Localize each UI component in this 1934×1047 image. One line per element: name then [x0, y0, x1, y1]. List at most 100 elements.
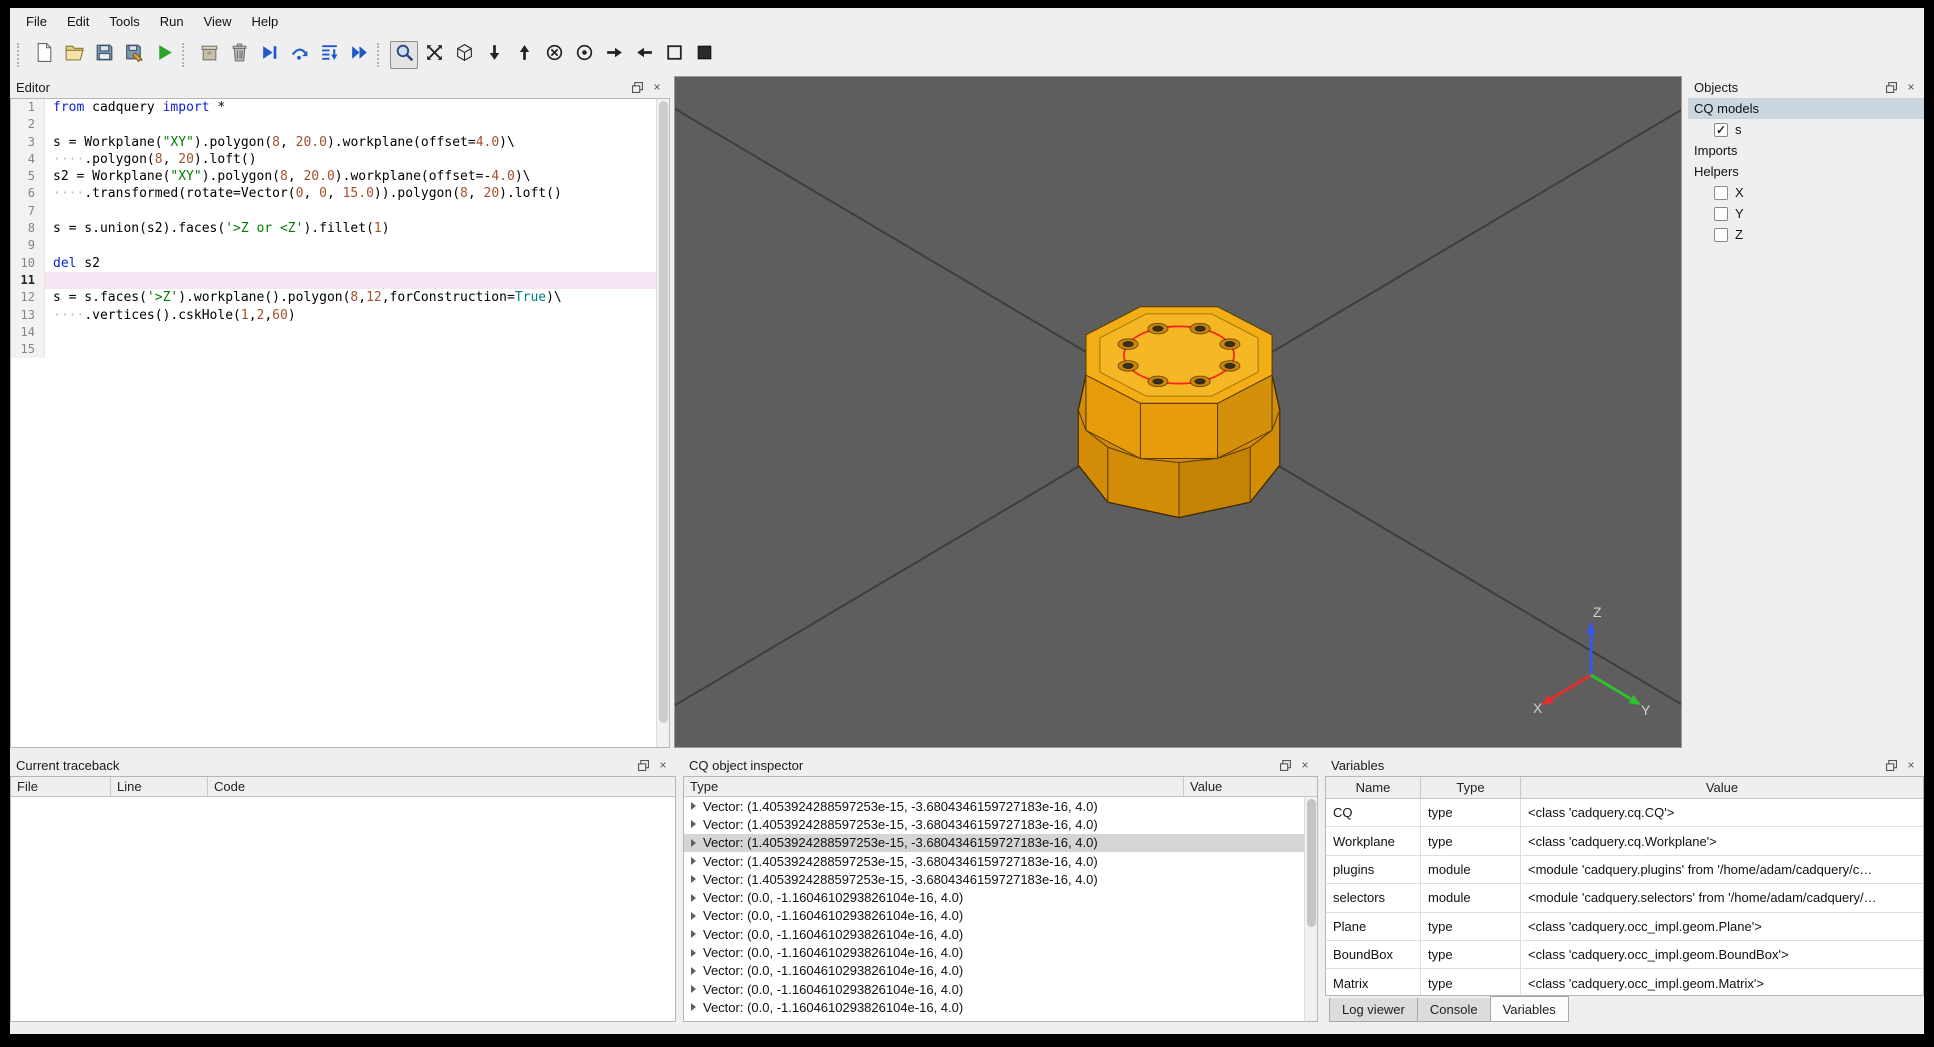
column-header-file[interactable]: File	[11, 777, 111, 796]
close-panel-icon[interactable]: ×	[1298, 758, 1312, 772]
menu-help[interactable]: Help	[242, 11, 289, 32]
debug-button[interactable]	[195, 41, 223, 69]
variable-row[interactable]: Matrix type <class 'cadquery.occ_impl.geom…	[1326, 969, 1923, 995]
checkbox-unchecked[interactable]	[1714, 227, 1728, 242]
menu-tools[interactable]: Tools	[99, 11, 149, 32]
step-over-button[interactable]	[285, 41, 313, 69]
variable-row[interactable]: plugins module <module 'cadquery.plugins' …	[1326, 855, 1923, 885]
tree-item-y[interactable]: Y	[1688, 203, 1924, 224]
inspector-row[interactable]: Vector: (1.4053924288597253e-15, -3.6804…	[684, 815, 1304, 833]
editor-scrollbar[interactable]	[656, 99, 669, 747]
code-line-4[interactable]: 4 ····.polygon(8, 20).loft()	[11, 150, 669, 169]
float-panel-icon[interactable]	[1278, 758, 1292, 772]
expand-arrow-icon[interactable]	[691, 838, 696, 847]
close-panel-icon[interactable]: ×	[650, 80, 664, 94]
tab-variables[interactable]: Variables	[1489, 996, 1569, 1022]
code-line-11[interactable]: 11	[11, 271, 669, 290]
shaded-button[interactable]	[690, 41, 718, 69]
new-file-button[interactable]	[30, 41, 58, 69]
inspector-row[interactable]: Vector: (0.0, -1.1604610293826104e-16, 4…	[684, 980, 1304, 998]
inspector-row[interactable]: Vector: (1.4053924288597253e-15, -3.6804…	[684, 852, 1304, 870]
column-header-type[interactable]: Type	[1421, 777, 1521, 798]
expand-arrow-icon[interactable]	[691, 857, 696, 866]
code-line-8[interactable]: 8 s = s.union(s2).faces('>Z or <Z').fille…	[11, 220, 669, 238]
menu-file[interactable]: File	[16, 11, 57, 32]
wireframe-button[interactable]	[660, 41, 688, 69]
variable-row[interactable]: Workplane type <class 'cadquery.cq.Workpla…	[1326, 827, 1923, 856]
expand-arrow-icon[interactable]	[691, 802, 696, 811]
delete-button[interactable]	[225, 41, 253, 69]
tree-item-helpers[interactable]: Helpers	[1688, 161, 1924, 182]
variable-row[interactable]: CQ type <class 'cadquery.cq.CQ'>	[1326, 799, 1923, 828]
fit-view-button[interactable]	[420, 41, 448, 69]
variable-row[interactable]: selectors module <module 'cadquery.selecto…	[1326, 884, 1923, 913]
column-header-code[interactable]: Code	[208, 777, 675, 796]
menu-view[interactable]: View	[194, 11, 242, 32]
inspector-row[interactable]: Vector: (1.4053924288597253e-15, -3.6804…	[684, 833, 1304, 852]
column-header-name[interactable]: Name	[1326, 777, 1421, 798]
render-button[interactable]	[150, 41, 178, 69]
code-line-10[interactable]: 10 del s2	[11, 254, 669, 272]
code-line-9[interactable]: 9	[11, 237, 669, 255]
float-panel-icon[interactable]	[636, 758, 650, 772]
menu-edit[interactable]: Edit	[57, 11, 99, 32]
step-button[interactable]	[255, 41, 283, 69]
column-header-type[interactable]: Type	[684, 777, 1184, 796]
checkbox-checked[interactable]: ✓	[1714, 122, 1728, 137]
expand-arrow-icon[interactable]	[691, 893, 696, 902]
tree-item-imports[interactable]: Imports	[1688, 140, 1924, 161]
expand-arrow-icon[interactable]	[691, 966, 696, 975]
code-line-12[interactable]: 12 s = s.faces('>Z').workplane().polygon(…	[11, 289, 669, 307]
tree-item-cq-models[interactable]: CQ models	[1688, 98, 1924, 119]
code-line-6[interactable]: 6 ····.transformed(rotate=Vector(0, 0, 15…	[11, 185, 669, 203]
checkbox-unchecked[interactable]	[1714, 206, 1728, 221]
left-view-button[interactable]	[600, 41, 628, 69]
save-button[interactable]	[90, 41, 118, 69]
close-panel-icon[interactable]: ×	[1904, 80, 1918, 94]
iso-view-button[interactable]	[450, 41, 478, 69]
inspector-scrollbar[interactable]	[1304, 797, 1317, 1021]
step-into-button[interactable]	[315, 41, 343, 69]
code-line-7[interactable]: 7	[11, 202, 669, 221]
inspector-row[interactable]: Vector: (0.0, -1.1604610293826104e-16, 4…	[684, 925, 1304, 943]
expand-arrow-icon[interactable]	[691, 948, 696, 957]
code-line-14[interactable]: 14	[11, 323, 669, 342]
variable-row[interactable]: BoundBox type <class 'cadquery.occ_impl.ge…	[1326, 940, 1923, 970]
tab-console[interactable]: Console	[1416, 998, 1491, 1022]
code-line-15[interactable]: 15	[11, 341, 669, 359]
code-editor[interactable]: 1 from cadquery import * 2 3 s = Workplane("…	[10, 98, 670, 748]
inspector-row[interactable]: Vector: (0.0, -1.1604610293826104e-16, 4…	[684, 962, 1304, 980]
code-line-1[interactable]: 1 from cadquery import *	[11, 99, 669, 117]
column-header-line[interactable]: Line	[111, 777, 208, 796]
column-header-value[interactable]: Value	[1521, 777, 1923, 798]
inspector-row[interactable]: Vector: (0.0, -1.1604610293826104e-16, 4…	[684, 943, 1304, 961]
toolbar-handle[interactable]	[17, 43, 24, 67]
save-as-button[interactable]	[120, 41, 148, 69]
top-view-button[interactable]	[480, 41, 508, 69]
tree-item-z[interactable]: Z	[1688, 224, 1924, 245]
checkbox-unchecked[interactable]	[1714, 185, 1728, 200]
expand-arrow-icon[interactable]	[691, 930, 696, 939]
continue-button[interactable]	[345, 41, 373, 69]
expand-arrow-icon[interactable]	[691, 820, 696, 829]
code-line-5[interactable]: 5 s2 = Workplane("XY").polygon(8, 20.0).w…	[11, 168, 669, 186]
open-file-button[interactable]	[60, 41, 88, 69]
close-panel-icon[interactable]: ×	[656, 758, 670, 772]
tab-log-viewer[interactable]: Log viewer	[1329, 998, 1418, 1022]
inspect-toggle-button[interactable]	[390, 41, 418, 69]
right-view-button[interactable]	[630, 41, 658, 69]
code-line-2[interactable]: 2	[11, 116, 669, 134]
inspector-row[interactable]: Vector: (0.0, -1.1604610293826104e-16, 4…	[684, 998, 1304, 1016]
inspector-row[interactable]: Vector: (1.4053924288597253e-15, -3.6804…	[684, 870, 1304, 888]
float-panel-icon[interactable]	[1884, 80, 1898, 94]
tree-item-s[interactable]: ✓ s	[1688, 119, 1924, 140]
code-line-13[interactable]: 13 ····.vertices().cskHole(1,2,60)	[11, 306, 669, 324]
front-view-button[interactable]	[540, 41, 568, 69]
tree-item-x[interactable]: X	[1688, 182, 1924, 203]
code-line-3[interactable]: 3 s = Workplane("XY").polygon(8, 20.0).wo…	[11, 133, 669, 151]
expand-arrow-icon[interactable]	[691, 875, 696, 884]
float-panel-icon[interactable]	[630, 80, 644, 94]
float-panel-icon[interactable]	[1884, 758, 1898, 772]
back-view-button[interactable]	[570, 41, 598, 69]
menu-run[interactable]: Run	[150, 11, 194, 32]
